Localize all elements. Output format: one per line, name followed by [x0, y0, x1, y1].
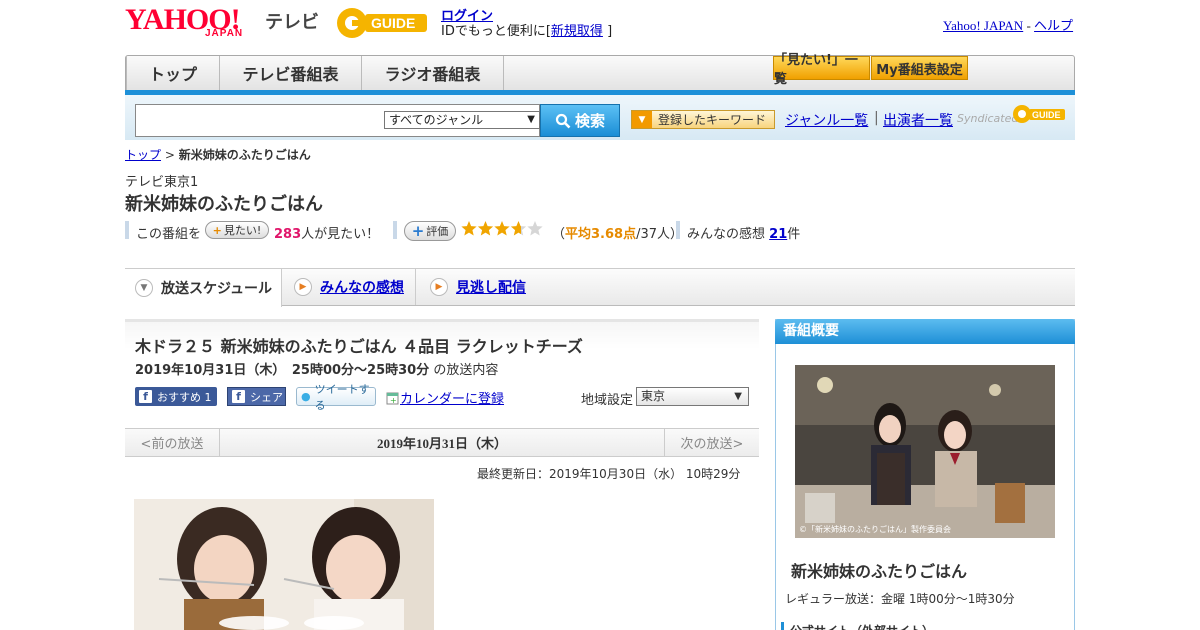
gguide-small-logo: GUIDE	[1013, 105, 1065, 123]
genre-list-link[interactable]: ジャンル一覧	[785, 110, 868, 130]
tv-logo-text[interactable]: テレビ	[265, 8, 319, 34]
region-label: 地域設定	[581, 393, 634, 408]
mitai-count: 283人が見たい！	[274, 227, 380, 242]
nav-tab-tv-schedule[interactable]: テレビ番組表	[220, 56, 362, 90]
calendar-add-icon: +	[386, 392, 399, 405]
kanso-count: みんなの感想 21件	[687, 227, 801, 242]
rating-average: （平均3.68点/37人）	[552, 227, 684, 242]
star-icon	[461, 221, 477, 236]
nav-tab-top[interactable]: トップ	[126, 56, 220, 90]
pager-date: 2019年10月31日（木）	[376, 436, 507, 451]
yahoo-japan-link[interactable]: Yahoo! JAPAN	[943, 18, 1023, 33]
program-overview-heading: 番組概要	[775, 319, 1075, 344]
prev-broadcast-link[interactable]: <前の放送	[125, 428, 220, 457]
keyword-button[interactable]: ▼ 登録したキーワード	[631, 110, 775, 129]
star-icon	[494, 221, 510, 236]
sidebar-program-title: 新米姉妹のふたりごはん	[791, 562, 968, 581]
episode-photo	[134, 499, 434, 630]
breadcrumb: トップ > 新米姉妹のふたりごはん	[125, 148, 311, 162]
star-icon	[510, 221, 527, 236]
stat-divider	[125, 221, 129, 239]
regular-broadcast: レギュラー放送：金曜 1時00分～1時30分	[785, 592, 1015, 606]
rate-button[interactable]: + 評価	[404, 221, 456, 241]
my-schedule-button[interactable]: My番組表設定	[871, 56, 968, 80]
nav-tab-radio-schedule[interactable]: ラジオ番組表	[362, 56, 504, 90]
chevron-right-icon: ▶	[430, 278, 448, 296]
stat-divider	[393, 221, 397, 239]
yahoo-japan-logo-text: JAPAN	[205, 28, 244, 39]
search-button[interactable]: 検索	[540, 104, 620, 137]
svg-text:GUIDE: GUIDE	[1032, 110, 1061, 120]
signup-link[interactable]: 新規取得	[551, 24, 603, 39]
tab-schedule[interactable]: ▼ 放送スケジュール	[125, 269, 282, 307]
triangle-down-icon: ▼	[632, 111, 652, 128]
next-broadcast-link[interactable]: 次の放送>	[664, 428, 759, 457]
page-title: 新米姉妹のふたりごはん	[125, 194, 323, 215]
cast-list-link[interactable]: 出演者一覧	[883, 110, 953, 130]
tab-minogashi[interactable]: ▶ 見逃し配信	[416, 269, 546, 305]
login-description: IDでもっと便利に[新規取得 ]	[441, 24, 613, 39]
facebook-icon: f	[139, 390, 152, 403]
genre-select[interactable]: すべてのジャンル ▼	[384, 111, 540, 129]
help-link[interactable]: ヘルプ	[1034, 18, 1073, 33]
tab-kanso[interactable]: ▶ みんなの感想	[282, 269, 416, 305]
plus-icon: +	[411, 222, 425, 240]
plus-icon: +	[212, 223, 222, 237]
chevron-down-icon: ▼	[135, 279, 153, 297]
twitter-bird-icon: ●	[301, 390, 311, 403]
star-rating	[461, 221, 543, 236]
facebook-recommend-button[interactable]: f おすすめ 1	[135, 387, 217, 406]
dropdown-arrow-icon: ▼	[734, 391, 742, 402]
calendar-register[interactable]: + カレンダーに登録	[386, 388, 504, 407]
image-caption: ©「新米姉妹のふたりごはん」製作委員会	[799, 524, 951, 534]
facebook-icon: f	[232, 390, 245, 403]
breadcrumb-current: 新米姉妹のふたりごはん	[178, 148, 311, 162]
dropdown-arrow-icon: ▼	[527, 114, 535, 125]
last-updated: 最終更新日：2019年10月30日（水） 10時29分	[477, 467, 741, 481]
region-select[interactable]: 東京 ▼	[636, 387, 749, 406]
chevron-right-icon: ▶	[294, 278, 312, 296]
svg-text:GUIDE: GUIDE	[371, 15, 415, 31]
stat-divider	[676, 221, 680, 239]
breadcrumb-top-link[interactable]: トップ	[125, 148, 161, 162]
channel-name: テレビ東京1	[125, 175, 199, 190]
link-separator: |	[874, 110, 879, 126]
mitai-button[interactable]: + 見たい!	[205, 221, 269, 239]
star-icon	[477, 221, 494, 236]
svg-text:+: +	[390, 396, 397, 405]
syndicated-label: Syndicated	[957, 112, 1019, 125]
facebook-share-button[interactable]: f シェア	[227, 387, 286, 406]
search-icon	[555, 113, 571, 128]
stat-prefix: この番組を	[136, 227, 202, 242]
mitai-list-button[interactable]: 「見たい!」一覧	[773, 53, 870, 87]
kanso-count-link[interactable]: 21	[769, 227, 787, 242]
official-site-heading[interactable]: 公式サイト（外部サイト）	[781, 622, 934, 630]
gguide-logo[interactable]: GUIDE	[335, 6, 431, 40]
star-icon	[527, 221, 543, 236]
program-photo: ©「新米姉妹のふたりごはん」製作委員会	[795, 365, 1055, 538]
episode-title: 木ドラ２５ 新米姉妹のふたりごはん ４品目 ラクレットチーズ	[135, 337, 583, 356]
top-right-links: Yahoo! JAPAN - ヘルプ	[943, 18, 1074, 33]
episode-date: 2019年10月31日（木） 25時00分～25時30分 の放送内容	[135, 363, 499, 378]
tweet-button[interactable]: ● ツイートする	[296, 383, 376, 412]
